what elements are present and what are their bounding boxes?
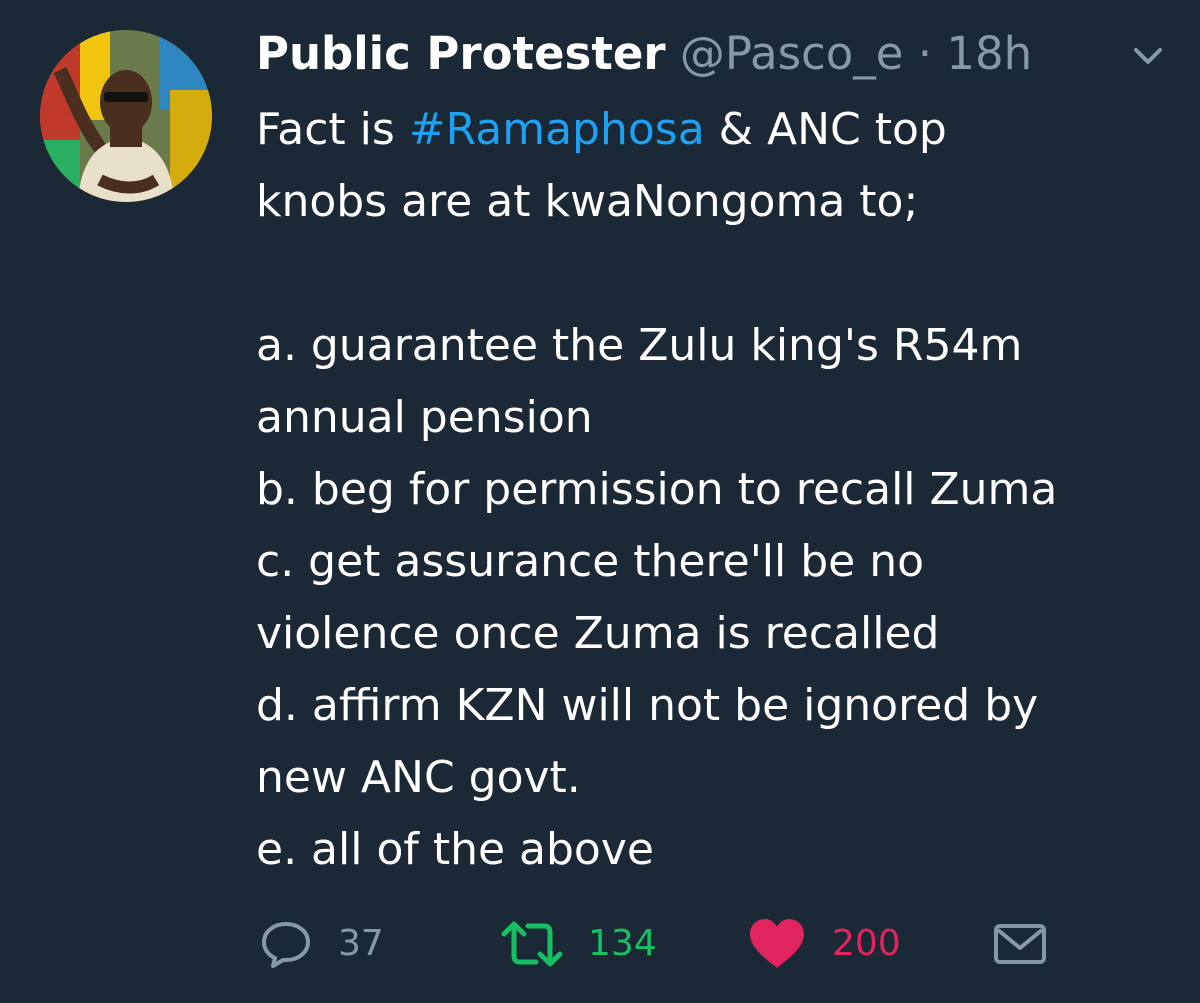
timestamp[interactable]: 18h bbox=[946, 27, 1032, 80]
display-name[interactable]: Public Protester bbox=[256, 27, 666, 80]
tweet-header: Public Protester @Pasco_e · 18h bbox=[256, 24, 1032, 84]
avatar-image bbox=[40, 30, 212, 202]
retweet-count: 134 bbox=[588, 923, 657, 964]
reply-icon bbox=[262, 922, 310, 968]
tweet-line: e. all of the above bbox=[256, 824, 654, 875]
action-bar: 37 134 200 bbox=[0, 912, 1200, 976]
chevron-down-icon[interactable] bbox=[1126, 40, 1170, 72]
envelope-icon bbox=[994, 924, 1046, 964]
like-count: 200 bbox=[832, 923, 901, 964]
retweet-button[interactable]: 134 bbox=[500, 912, 657, 976]
tweet-line: knobs are at kwaNongoma to; bbox=[256, 176, 919, 227]
heart-icon bbox=[750, 919, 804, 968]
tweet-line: c. get assurance there'll be no bbox=[256, 536, 925, 587]
tweet-line: new ANC govt. bbox=[256, 752, 581, 803]
avatar[interactable] bbox=[40, 30, 212, 202]
retweet-icon bbox=[501, 921, 563, 967]
like-button[interactable]: 200 bbox=[746, 912, 901, 976]
tweet-line bbox=[256, 238, 1156, 310]
hashtag-link[interactable]: #Ramaphosa bbox=[409, 104, 705, 155]
tweet-line: d. affirm KZN will not be ignored by bbox=[256, 680, 1039, 731]
tweet-line: b. beg for permission to recall Zuma bbox=[256, 464, 1058, 515]
text-suffix: & ANC top bbox=[704, 104, 947, 155]
tweet-line: Fact is #Ramaphosa & ANC top bbox=[256, 94, 1156, 166]
tweet-card[interactable]: Public Protester @Pasco_e · 18h Fact is … bbox=[0, 0, 1200, 1003]
tweet-text: Fact is #Ramaphosa & ANC top knobs are a… bbox=[256, 94, 1156, 886]
reply-count: 37 bbox=[338, 923, 384, 964]
separator-dot: · bbox=[917, 27, 933, 80]
reply-button[interactable]: 37 bbox=[258, 912, 384, 976]
tweet-line: annual pension bbox=[256, 392, 593, 443]
text-prefix: Fact is bbox=[256, 104, 409, 155]
tweet-line: violence once Zuma is recalled bbox=[256, 608, 940, 659]
user-handle[interactable]: @Pasco_e bbox=[680, 27, 904, 80]
direct-message-button[interactable] bbox=[992, 912, 1048, 976]
tweet-line: a. guarantee the Zulu king's R54m bbox=[256, 320, 1023, 371]
